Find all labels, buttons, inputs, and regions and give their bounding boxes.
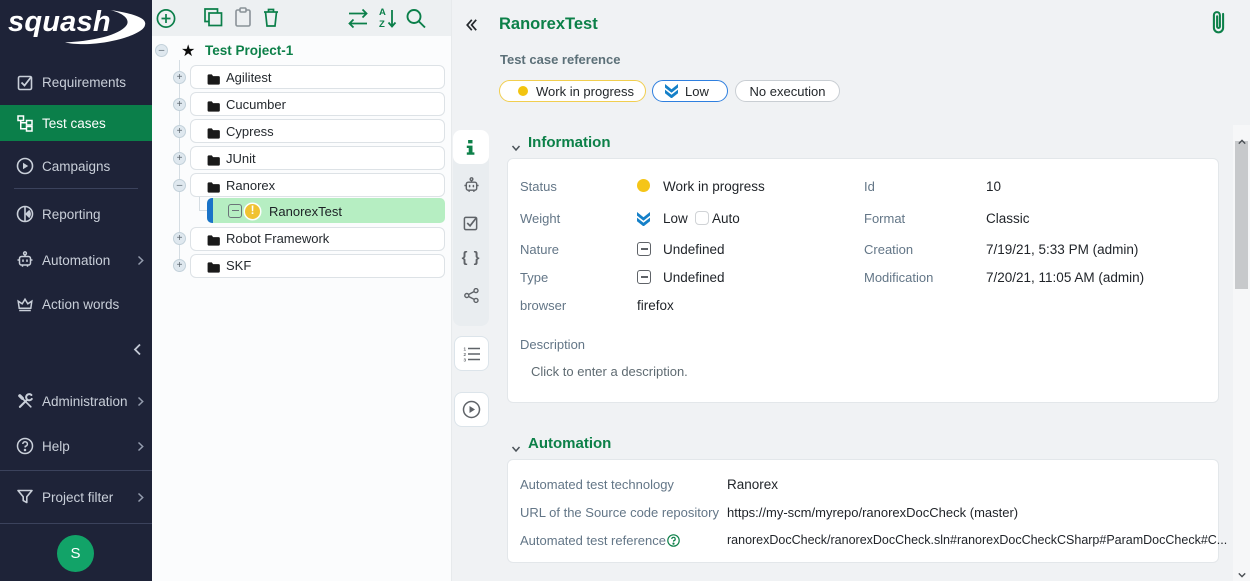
svg-text:3: 3	[463, 357, 466, 362]
svg-text:squash: squash	[8, 6, 111, 38]
svg-text:1: 1	[463, 346, 466, 351]
svg-text:Z: Z	[379, 19, 385, 30]
svg-text:A: A	[379, 7, 386, 18]
svg-text:2: 2	[463, 352, 466, 357]
